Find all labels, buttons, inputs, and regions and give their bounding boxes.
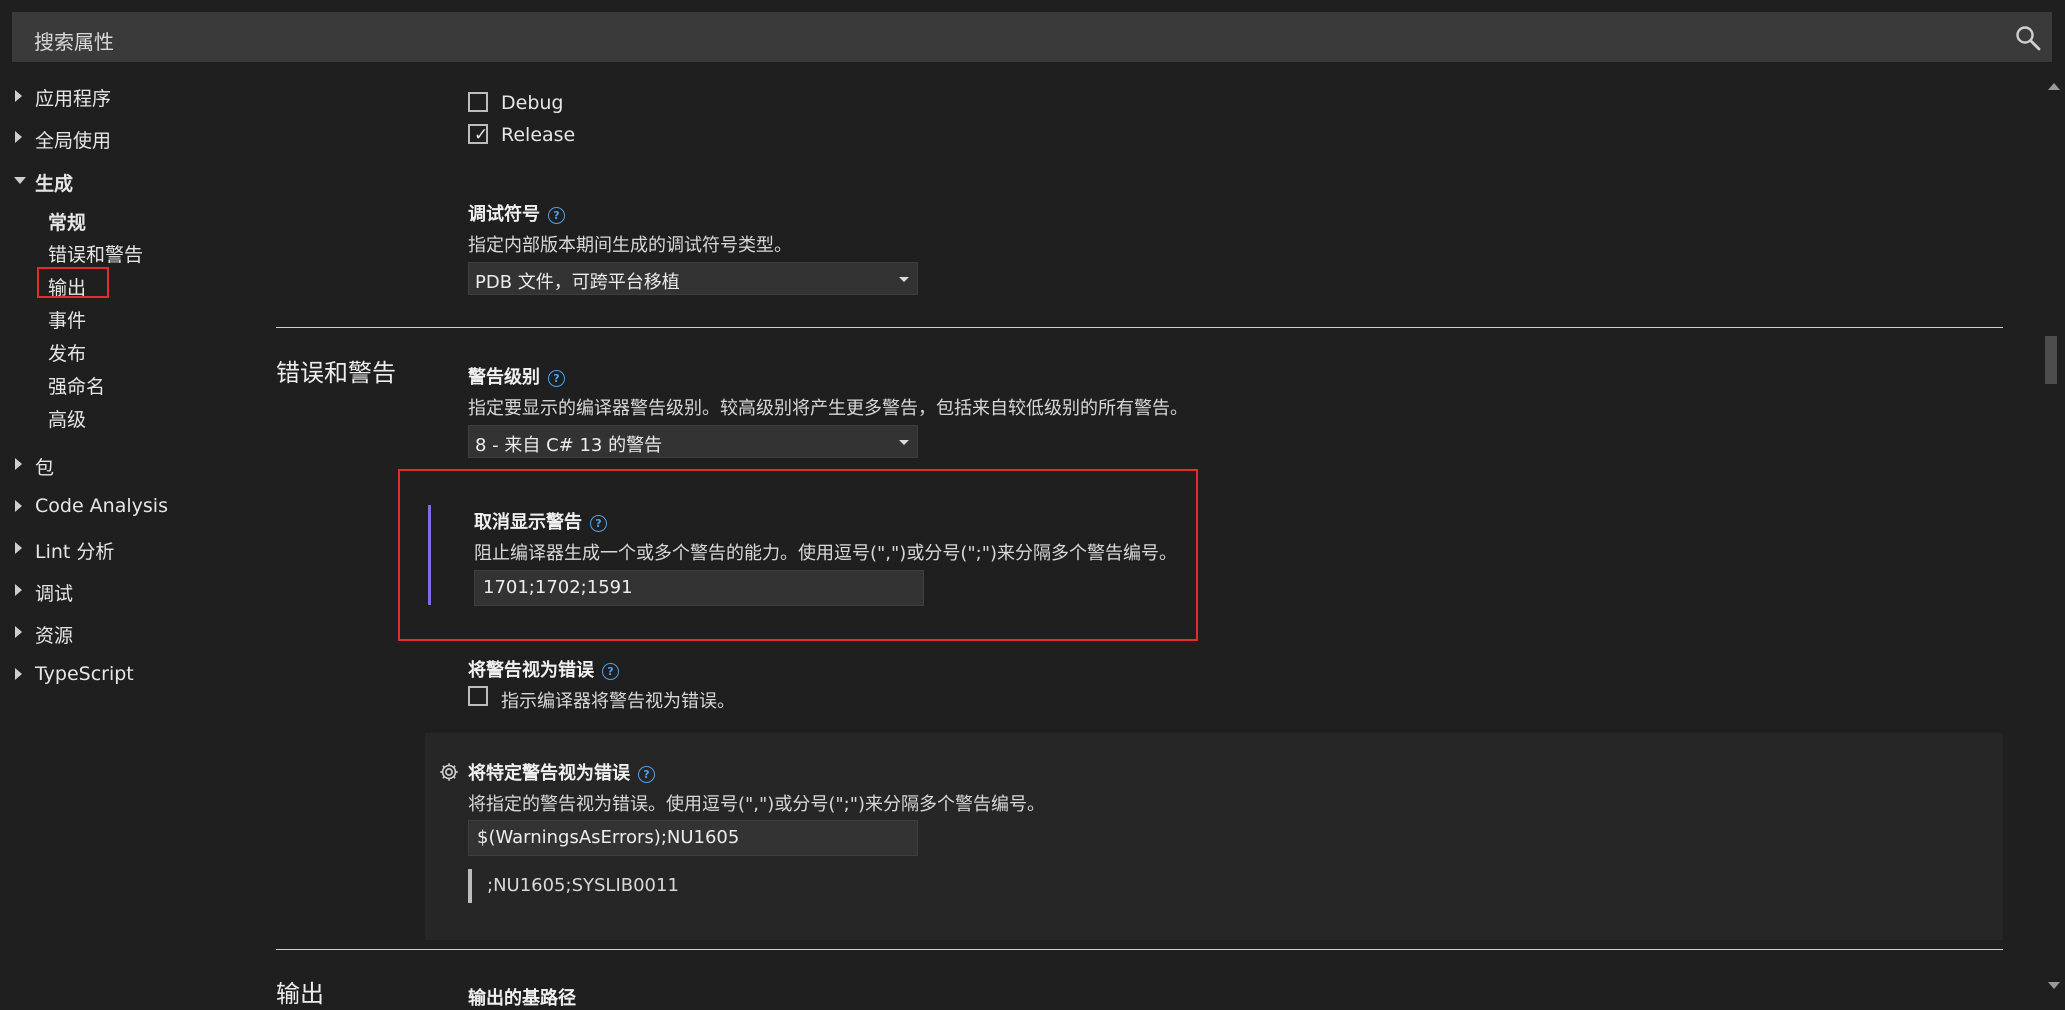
scroll-down-arrow-icon[interactable] [2048, 982, 2060, 989]
modified-indicator-bar [428, 505, 431, 605]
specific-warnings-value: $(WarningsAsErrors);NU1605 [477, 827, 740, 848]
section-divider [276, 949, 2003, 950]
treat-warnings-as-errors-checkbox[interactable] [468, 686, 488, 706]
expand-chevron-icon[interactable] [15, 500, 22, 512]
search-input[interactable] [12, 12, 2052, 62]
chevron-down-icon [899, 440, 909, 445]
debug-symbols-dropdown[interactable]: PDB 文件，可跨平台移植 [468, 262, 918, 295]
section-title-output: 输出 [276, 980, 324, 1008]
search-placeholder: 搜索属性 [34, 30, 114, 54]
section-title-errors-warnings: 错误和警告 [276, 359, 396, 387]
sidebar-item-lint[interactable]: Lint 分析 [35, 537, 114, 564]
scrollbar-thumb[interactable] [2045, 336, 2057, 384]
sidebar-item-debug[interactable]: 调试 [35, 579, 73, 606]
release-checkbox-label: Release [501, 124, 576, 146]
warning-level-value: 8 - 来自 C# 13 的警告 [475, 435, 663, 456]
gear-icon[interactable] [438, 761, 460, 783]
sidebar-subitem-publish[interactable]: 发布 [48, 339, 86, 366]
sidebar-item-build[interactable]: 生成 [35, 169, 73, 196]
evaluated-value-bar [468, 869, 472, 903]
sidebar-item-application[interactable]: 应用程序 [35, 84, 111, 111]
suppress-warnings-description: 阻止编译器生成一个或多个警告的能力。使用逗号(",")或分号(";")来分隔多个… [474, 543, 1177, 564]
collapse-chevron-icon[interactable] [14, 177, 26, 184]
expand-chevron-icon[interactable] [15, 668, 22, 680]
suppress-warnings-value: 1701;1702;1591 [483, 577, 633, 598]
debug-checkbox-label: Debug [501, 92, 564, 114]
output-base-path-heading: 输出的基路径 [468, 988, 576, 1009]
expand-chevron-icon[interactable] [15, 90, 22, 102]
highlight-box [37, 267, 109, 298]
scroll-up-arrow-icon[interactable] [2048, 83, 2060, 90]
sidebar-subitem-events[interactable]: 事件 [48, 306, 86, 333]
sidebar-item-global-usings[interactable]: 全局使用 [35, 126, 111, 153]
help-icon[interactable]: ? [590, 514, 607, 532]
warning-level-dropdown[interactable]: 8 - 来自 C# 13 的警告 [468, 425, 918, 458]
debug-symbols-description: 指定内部版本期间生成的调试符号类型。 [468, 235, 792, 256]
warning-level-heading: 警告级别? [468, 363, 565, 389]
treat-warnings-as-errors-heading: 将警告视为错误? [468, 656, 619, 682]
suppress-warnings-heading: 取消显示警告? [474, 508, 607, 534]
expand-chevron-icon[interactable] [15, 542, 22, 554]
release-checkbox[interactable]: ✓ [468, 124, 488, 144]
debug-symbols-value: PDB 文件，可跨平台移植 [475, 272, 680, 293]
sidebar-subitem-advanced[interactable]: 高级 [48, 405, 86, 432]
sidebar-subitem-errors-warnings[interactable]: 错误和警告 [48, 240, 143, 267]
sidebar-item-typescript[interactable]: TypeScript [35, 663, 134, 685]
expand-chevron-icon[interactable] [15, 584, 22, 596]
sidebar-item-resources[interactable]: 资源 [35, 621, 73, 648]
expand-chevron-icon[interactable] [15, 458, 22, 470]
section-divider [276, 327, 2003, 328]
specific-warnings-heading: 将特定警告视为错误? [468, 759, 655, 785]
chevron-down-icon [899, 277, 909, 282]
debug-checkbox[interactable] [468, 92, 488, 112]
help-icon[interactable]: ? [548, 369, 565, 387]
specific-warnings-description: 将指定的警告视为错误。使用逗号(",")或分号(";")来分隔多个警告编号。 [468, 794, 1045, 815]
expand-chevron-icon[interactable] [15, 131, 22, 143]
checkmark-icon: ✓ [474, 125, 489, 145]
sidebar-item-package[interactable]: 包 [35, 453, 54, 480]
help-icon[interactable]: ? [548, 206, 565, 224]
help-icon[interactable]: ? [602, 662, 619, 680]
sidebar-item-code-analysis[interactable]: Code Analysis [35, 495, 168, 517]
specific-warnings-input[interactable]: $(WarningsAsErrors);NU1605 [468, 820, 918, 856]
sidebar-subitem-general[interactable]: 常规 [48, 208, 86, 235]
warning-level-description: 指定要显示的编译器警告级别。较高级别将产生更多警告，包括来自较低级别的所有警告。 [468, 398, 1188, 419]
treat-warnings-as-errors-label: 指示编译器将警告视为错误。 [501, 691, 735, 712]
suppress-warnings-input[interactable]: 1701;1702;1591 [474, 570, 924, 606]
expand-chevron-icon[interactable] [15, 626, 22, 638]
specific-warnings-evaluated: ;NU1605;SYSLIB0011 [487, 875, 679, 896]
sidebar-subitem-strong-naming[interactable]: 强命名 [48, 372, 105, 399]
search-icon[interactable] [2014, 24, 2042, 52]
debug-symbols-heading: 调试符号? [468, 200, 565, 226]
help-icon[interactable]: ? [638, 765, 655, 783]
